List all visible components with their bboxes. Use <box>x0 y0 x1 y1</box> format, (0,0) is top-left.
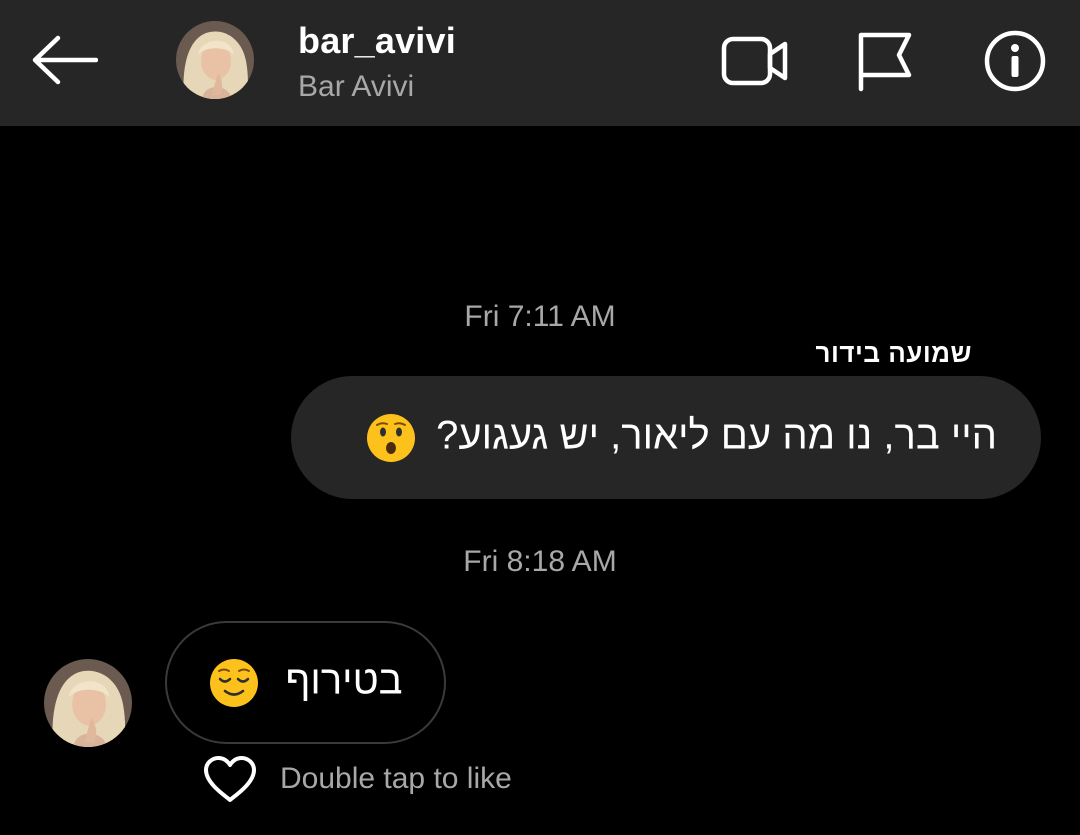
avatar[interactable] <box>176 21 254 99</box>
conversation-header: bar_avivi Bar Avivi <box>0 0 1080 126</box>
info-icon <box>984 30 1046 92</box>
message-timestamp: Fri 7:11 AM <box>464 300 616 333</box>
video-camera-icon <box>721 36 788 86</box>
outgoing-message-bubble[interactable]: היי בר, נו מה עם ליאור, יש געגוע? <box>291 376 1041 499</box>
arrow-left-icon <box>32 35 98 85</box>
message-body: בטירוף <box>285 658 403 703</box>
sender-avatar[interactable] <box>44 659 132 747</box>
incoming-message-bubble[interactable]: בטירוף <box>165 621 446 744</box>
video-call-button[interactable] <box>720 28 790 94</box>
hushed-face-emoji <box>366 413 415 462</box>
back-button[interactable] <box>28 28 100 92</box>
relieved-face-emoji <box>210 658 259 707</box>
message-timestamp: Fri 8:18 AM <box>463 545 617 578</box>
username[interactable]: bar_avivi <box>298 20 456 62</box>
info-button[interactable] <box>980 28 1050 94</box>
full-name: Bar Avivi <box>298 70 415 103</box>
like-hint-row[interactable]: Double tap to like <box>202 752 512 806</box>
message-text: בטירוף <box>208 657 403 709</box>
like-hint-text: Double tap to like <box>280 762 512 795</box>
heart-icon[interactable] <box>202 755 258 803</box>
report-button[interactable] <box>848 28 918 94</box>
sender-label: שמועה בידור <box>815 338 972 368</box>
flag-icon <box>858 32 912 92</box>
message-body: היי בר, נו מה עם ליאור, יש געגוע? <box>436 413 997 458</box>
message-text: היי בר, נו מה עם ליאור, יש געגוע? <box>365 412 997 464</box>
